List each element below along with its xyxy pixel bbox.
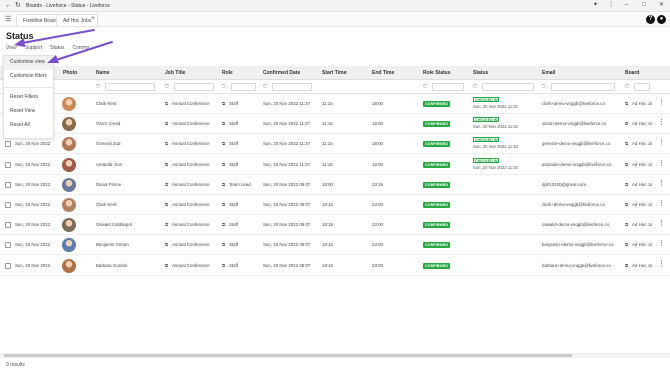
arrowhead-icon: [47, 55, 59, 63]
annotation-arrows: [14, 29, 113, 63]
annotation-arrow-customise: [55, 41, 113, 61]
arrowhead-icon: [14, 38, 25, 47]
annotation-arrow-view: [21, 29, 95, 44]
